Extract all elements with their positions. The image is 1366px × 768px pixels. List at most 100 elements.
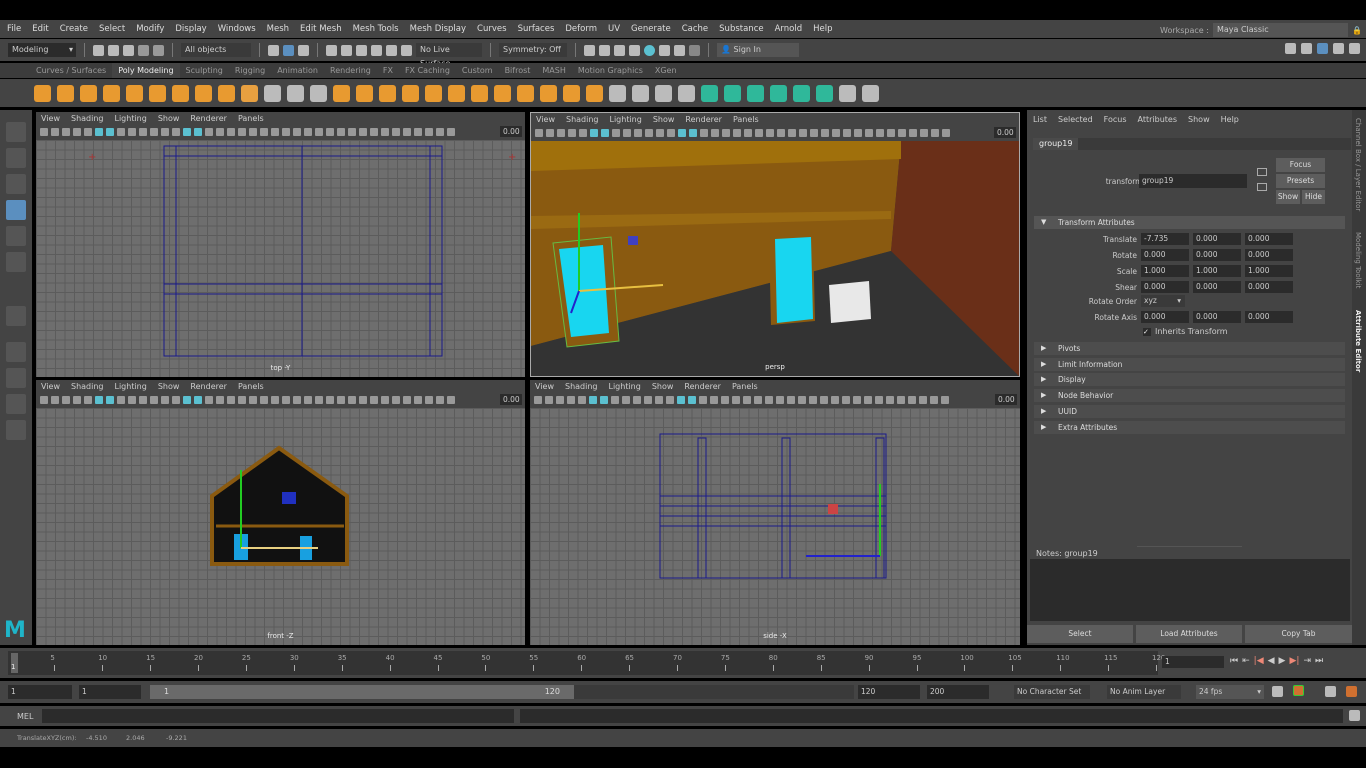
scale-x-field[interactable]: 1.000 — [1141, 265, 1189, 277]
viewport-tool-icon[interactable] — [271, 127, 279, 136]
viewport-menu-shading[interactable]: Shading — [565, 382, 598, 391]
viewport-tool-icon[interactable] — [73, 127, 81, 136]
shelf-tool-icon[interactable] — [287, 84, 304, 102]
soft-select-icon[interactable] — [6, 306, 26, 326]
viewport-menu-renderer[interactable]: Renderer — [685, 115, 722, 124]
lock-icon[interactable]: 🔒 — [1352, 26, 1362, 35]
attribute-editor-tab[interactable]: Attribute Editor — [1354, 310, 1362, 372]
script-editor-icon[interactable] — [1349, 710, 1360, 721]
shelf-tool-icon[interactable] — [747, 84, 764, 102]
viewport-tool-icon[interactable] — [799, 128, 807, 137]
viewport-tool-icon[interactable] — [403, 127, 411, 136]
viewport-tool-icon[interactable] — [392, 395, 400, 404]
shelf-tool-icon[interactable] — [701, 84, 718, 102]
hide-button[interactable]: Hide — [1302, 190, 1325, 204]
pause-icon[interactable] — [689, 44, 700, 56]
range-slider-handle[interactable]: 1 120 — [150, 685, 574, 699]
channel-box-icon[interactable] — [1349, 43, 1360, 54]
lasso-tool-icon[interactable] — [6, 148, 26, 168]
viewport-menu-panels[interactable]: Panels — [238, 382, 264, 391]
viewport-tool-icon[interactable] — [139, 395, 147, 404]
viewport-tool-icon[interactable] — [766, 128, 774, 137]
viewport-tool-icon[interactable] — [172, 395, 180, 404]
shelf-tab-sculpting[interactable]: Sculpting — [180, 63, 229, 78]
shelf-tool-icon[interactable] — [57, 84, 74, 102]
shelf-tool-icon[interactable] — [218, 84, 235, 102]
scale-tool-icon[interactable] — [6, 252, 26, 272]
selection-mask-dropdown[interactable]: All objects — [181, 43, 251, 57]
viewport-tool-icon[interactable] — [128, 127, 136, 136]
select-by-hierarchy-icon[interactable] — [268, 44, 279, 56]
viewport-tool-icon[interactable] — [260, 127, 268, 136]
menu-cache[interactable]: Cache — [682, 24, 708, 34]
viewport-tool-icon[interactable] — [447, 127, 455, 136]
viewport-canvas[interactable]: front -Z — [36, 408, 525, 645]
playback-start-field[interactable]: 1 — [79, 685, 141, 699]
shelf-tool-icon[interactable] — [632, 84, 649, 102]
menu-surfaces[interactable]: Surfaces — [518, 24, 555, 34]
menu-arnold[interactable]: Arnold — [775, 24, 803, 34]
animation-end-field[interactable]: 200 — [927, 685, 989, 699]
section-node-behavior[interactable]: ▶ Node Behavior — [1034, 389, 1345, 403]
viewport-menu-panels[interactable]: Panels — [238, 114, 264, 123]
viewport-tool-icon[interactable] — [326, 395, 334, 404]
viewport-tool-icon[interactable] — [282, 395, 290, 404]
viewport-tool-icon[interactable] — [722, 128, 730, 137]
shelf-tab-rendering[interactable]: Rendering — [324, 63, 377, 78]
shelf-tab-bifrost[interactable]: Bifrost — [499, 63, 537, 78]
shelf-tool-icon[interactable] — [80, 84, 97, 102]
render-icon[interactable] — [584, 44, 595, 56]
viewport-tool-icon[interactable] — [534, 395, 542, 404]
viewport-tool-icon[interactable] — [106, 395, 114, 404]
viewport-tool-icon[interactable] — [941, 395, 949, 404]
shear-x-field[interactable]: 0.000 — [1141, 281, 1189, 293]
viewport-tool-icon[interactable] — [776, 395, 784, 404]
viewport-canvas[interactable]: + + top -Y — [36, 140, 525, 377]
viewport-tool-icon[interactable] — [744, 128, 752, 137]
viewport-menu-show[interactable]: Show — [158, 114, 180, 123]
viewport-menu-lighting[interactable]: Lighting — [114, 114, 146, 123]
load-attributes-button[interactable]: Load Attributes — [1136, 625, 1242, 643]
viewport-menu-panels[interactable]: Panels — [732, 382, 758, 391]
viewport-tool-icon[interactable] — [359, 127, 367, 136]
viewport-tool-icon[interactable] — [425, 127, 433, 136]
viewport-tool-icon[interactable] — [777, 128, 785, 137]
viewport-tool-icon[interactable] — [106, 127, 114, 136]
presets-button[interactable]: Presets — [1276, 174, 1325, 188]
character-icon[interactable] — [1346, 686, 1357, 697]
rotate-axis-x-field[interactable]: 0.000 — [1141, 311, 1189, 323]
shelf-tool-icon[interactable] — [770, 84, 787, 102]
viewport-menu-shading[interactable]: Shading — [71, 382, 104, 391]
play-forwards-icon[interactable]: ▶ — [1279, 656, 1286, 666]
splitter-handle[interactable] — [1137, 546, 1242, 547]
viewport-tool-icon[interactable] — [425, 395, 433, 404]
viewport-tool-icon[interactable] — [150, 395, 158, 404]
viewport-tool-icon[interactable] — [854, 128, 862, 137]
inherits-transform-checkbox[interactable]: ✓ Inherits Transform — [1143, 327, 1228, 336]
shelf-tool-icon[interactable] — [172, 84, 189, 102]
viewport-tool-icon[interactable] — [930, 395, 938, 404]
viewport-tool-icon[interactable] — [161, 127, 169, 136]
viewport-tool-icon[interactable] — [633, 395, 641, 404]
character-controls-icon[interactable] — [1301, 43, 1312, 54]
rotate-tool-icon[interactable] — [6, 226, 26, 246]
viewport-tool-icon[interactable] — [743, 395, 751, 404]
viewport-tool-icon[interactable] — [666, 395, 674, 404]
menu-select[interactable]: Select — [99, 24, 125, 34]
viewport-tool-icon[interactable] — [194, 395, 202, 404]
sign-in-button[interactable]: 👤 Sign In — [717, 43, 799, 57]
viewport-tool-icon[interactable] — [216, 395, 224, 404]
shelf-tab-rigging[interactable]: Rigging — [229, 63, 271, 78]
shelf-tool-icon[interactable] — [494, 84, 511, 102]
viewport-tool-icon[interactable] — [864, 395, 872, 404]
rotate-axis-z-field[interactable]: 0.000 — [1245, 311, 1293, 323]
step-forward-icon[interactable]: ⇥ — [1303, 656, 1311, 666]
viewport-tool-icon[interactable] — [348, 127, 356, 136]
snap-curve-icon[interactable] — [341, 44, 352, 56]
shelf-tool-icon[interactable] — [333, 84, 350, 102]
viewport-tool-icon[interactable] — [205, 395, 213, 404]
step-back-icon[interactable]: ⇤ — [1242, 656, 1250, 666]
viewport-tool-icon[interactable] — [414, 127, 422, 136]
viewport-tool-icon[interactable] — [260, 395, 268, 404]
playback-end-field[interactable]: 120 — [858, 685, 920, 699]
